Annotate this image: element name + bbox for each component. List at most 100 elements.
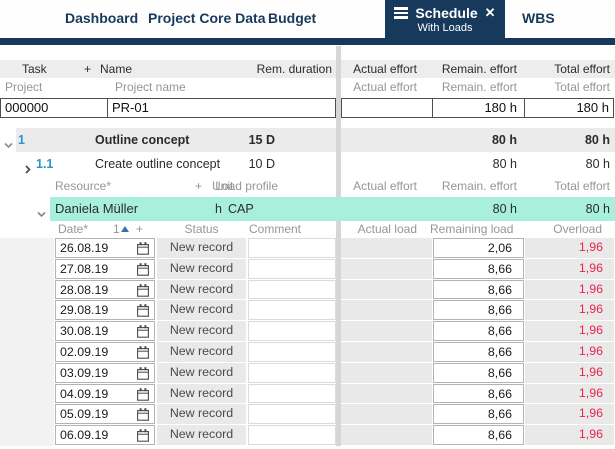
comment-field[interactable]	[248, 404, 336, 425]
comment-field[interactable]	[248, 425, 336, 445]
status-cell[interactable]: New record	[157, 383, 246, 404]
col-total-effort: Total effort	[554, 62, 610, 76]
resource-remain-effort: 80 h	[492, 202, 517, 216]
calendar-icon[interactable]	[137, 346, 149, 365]
project-remain-effort-field[interactable]: 180 h	[432, 98, 525, 118]
task-remain-effort: 80 h	[491, 133, 517, 147]
actual-load-cell[interactable]	[341, 383, 432, 404]
remaining-load-field[interactable]: 8,66	[433, 321, 524, 341]
col-remain-effort-sub: Remain. effort	[441, 80, 517, 94]
actual-load-cell[interactable]	[341, 321, 432, 341]
remaining-load-field[interactable]: 8,66	[433, 362, 524, 383]
date-field[interactable]: 30.08.19	[55, 321, 155, 341]
date-field[interactable]: 06.09.19	[55, 425, 155, 445]
resource-row[interactable]: Daniela Müller h CAP 80 h 80 h	[0, 197, 615, 221]
chevron-down-icon[interactable]	[36, 204, 47, 228]
actual-load-cell[interactable]	[341, 258, 432, 279]
calendar-icon[interactable]	[137, 408, 149, 427]
actual-load-cell[interactable]	[341, 300, 432, 321]
status-cell[interactable]: New record	[157, 238, 246, 258]
task-name: Outline concept	[95, 133, 190, 147]
tab-budget[interactable]: Budget	[268, 0, 316, 38]
comment-field[interactable]	[248, 279, 336, 300]
add-load-column-button[interactable]: +	[136, 221, 143, 238]
col-actual-effort-sub: Actual effort	[353, 80, 417, 94]
calendar-icon[interactable]	[137, 283, 149, 303]
remaining-load-field[interactable]: 8,66	[433, 425, 524, 445]
load-table-header: Date* 1 + Status Comment Actual load Rem…	[0, 221, 615, 238]
task-row[interactable]: 1.1 Create outline concept 10 D 80 h 80 …	[0, 152, 615, 176]
calendar-icon[interactable]	[137, 366, 149, 386]
overload-cell: 1,96	[525, 238, 614, 258]
task-rem-duration: 15 D	[248, 133, 275, 147]
date-field[interactable]: 02.09.19	[55, 341, 155, 365]
remaining-load-field[interactable]: 2,06	[433, 238, 524, 258]
actual-load-cell[interactable]	[341, 279, 432, 300]
status-cell[interactable]: New record	[157, 258, 246, 279]
column-group-divider	[336, 46, 341, 446]
add-column-button[interactable]: +	[84, 60, 91, 78]
remaining-load-field[interactable]: 8,66	[433, 341, 524, 362]
status-cell[interactable]: New record	[157, 341, 246, 362]
task-row[interactable]: 1 Outline concept 15 D 80 h 80 h	[0, 128, 615, 152]
date-field[interactable]: 26.08.19	[55, 238, 155, 258]
col-resource-remain-effort: Remain. effort	[441, 179, 517, 193]
comment-field[interactable]	[248, 321, 336, 341]
status-cell[interactable]: New record	[157, 321, 246, 341]
date-field[interactable]: 05.09.19	[55, 404, 155, 427]
comment-field[interactable]	[248, 258, 336, 279]
date-field[interactable]: 04.09.19	[55, 383, 155, 407]
calendar-icon[interactable]	[137, 242, 149, 261]
comment-field[interactable]	[248, 238, 336, 258]
tab-schedule-label: Schedule	[415, 5, 478, 21]
project-name-field[interactable]: PR-01	[107, 98, 336, 118]
date-field[interactable]: 27.08.19	[55, 258, 155, 282]
tab-schedule-sublabel: With Loads	[417, 22, 473, 34]
status-cell[interactable]: New record	[157, 279, 246, 300]
task-total-effort: 80 h	[584, 133, 610, 147]
tab-dashboard[interactable]: Dashboard	[65, 0, 138, 38]
task-table-header: Task + Name Rem. duration Actual effort …	[0, 60, 615, 78]
comment-field[interactable]	[248, 362, 336, 383]
date-field[interactable]: 29.08.19	[55, 300, 155, 323]
load-row: 04.09.19 New record 8,66 1,96	[0, 383, 615, 407]
calendar-icon[interactable]	[137, 304, 149, 323]
project-id-field[interactable]: 000000	[0, 98, 108, 118]
tab-menu-icon[interactable]	[394, 7, 409, 19]
comment-field[interactable]	[248, 341, 336, 362]
remaining-load-field[interactable]: 8,66	[433, 258, 524, 279]
remaining-load-field[interactable]: 8,66	[433, 383, 524, 404]
load-row: 06.09.19 New record 8,66 1,96	[0, 425, 615, 446]
tab-project-core-data[interactable]: Project Core Data	[148, 0, 265, 38]
remaining-load-field[interactable]: 8,66	[433, 279, 524, 300]
calendar-icon[interactable]	[137, 429, 149, 448]
project-total-effort-field[interactable]: 180 h	[524, 98, 614, 118]
col-overload: Overload	[553, 222, 602, 236]
actual-load-cell[interactable]	[341, 341, 432, 362]
project-actual-effort-field[interactable]	[341, 98, 433, 118]
comment-field[interactable]	[248, 383, 336, 404]
actual-load-cell[interactable]	[341, 238, 432, 258]
remaining-load-field[interactable]: 8,66	[433, 404, 524, 425]
actual-load-cell[interactable]	[341, 362, 432, 383]
tab-close-icon[interactable]: ✕	[485, 6, 496, 20]
status-cell[interactable]: New record	[157, 300, 246, 321]
date-field[interactable]: 28.08.19	[55, 279, 155, 303]
remaining-load-field[interactable]: 8,66	[433, 300, 524, 321]
status-cell[interactable]: New record	[157, 425, 246, 445]
col-comment: Comment	[248, 222, 301, 236]
calendar-icon[interactable]	[137, 387, 149, 407]
actual-load-cell[interactable]	[341, 404, 432, 425]
comment-field[interactable]	[248, 300, 336, 321]
sort-indicator[interactable]: 1	[113, 221, 130, 238]
date-field[interactable]: 03.09.19	[55, 362, 155, 386]
status-cell[interactable]: New record	[157, 404, 246, 425]
calendar-icon[interactable]	[137, 262, 149, 282]
task-total-effort: 80 h	[585, 157, 610, 171]
col-date: Date*	[58, 222, 89, 236]
tab-wbs[interactable]: WBS	[522, 0, 555, 38]
col-status: Status	[184, 222, 219, 236]
actual-load-cell[interactable]	[341, 425, 432, 445]
status-cell[interactable]: New record	[157, 362, 246, 383]
calendar-icon[interactable]	[137, 325, 149, 344]
